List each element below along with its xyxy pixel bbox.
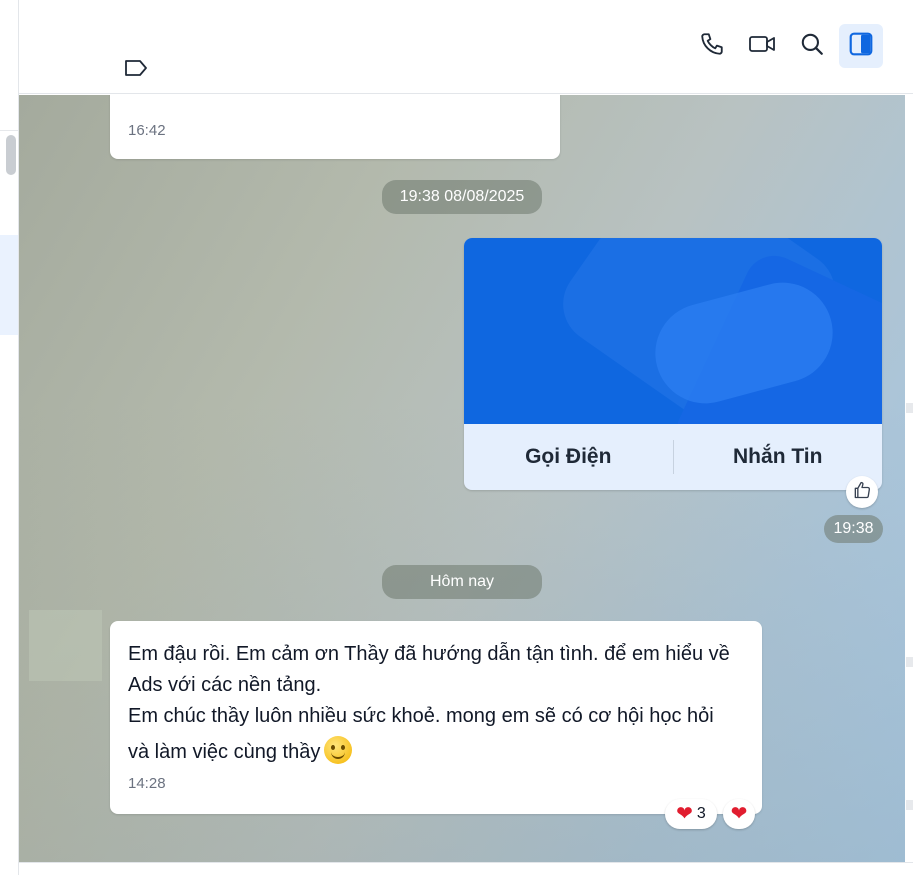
contact-card-banner: [464, 238, 882, 424]
reaction-count: 3: [696, 805, 706, 822]
message-button[interactable]: Nhắn Tin: [674, 445, 883, 469]
message-time: 16:42: [128, 122, 166, 139]
date-separator: 19:38 08/08/2025: [382, 180, 542, 214]
heart-icon: ❤: [676, 803, 693, 825]
search-icon: [799, 31, 825, 62]
toggle-info-panel-button[interactable]: [839, 24, 883, 68]
message-time: 14:28: [128, 775, 166, 792]
call-button[interactable]: Gọi Điện: [464, 445, 673, 469]
message-line: Em chúc thầy luôn nhiều sức khoẻ. mong e…: [128, 705, 714, 727]
incoming-message-bubble[interactable]: Em đậu rồi. Em cảm ơn Thầy đã hướng dẫn …: [110, 621, 762, 814]
heart-reaction-button[interactable]: ❤: [723, 799, 755, 829]
edge-marker: [906, 800, 913, 810]
message-line: Em đậu rồi. Em cảm ơn Thầy đã hướng dẫn …: [128, 643, 730, 665]
smile-emoji-icon: [324, 736, 353, 764]
edge-marker: [906, 403, 913, 413]
message-line: Ads với các nền tảng.: [128, 674, 322, 696]
avatar[interactable]: [29, 610, 102, 681]
conversation-list-scrollbar[interactable]: [6, 135, 16, 175]
right-edge: [905, 95, 913, 862]
thumbs-up-icon: [852, 480, 872, 505]
selected-conversation-edge[interactable]: [0, 235, 18, 335]
previous-message-bubble[interactable]: ···· ··· ·· ···· ······ ·· ···· ··· ·· ·…: [110, 95, 560, 159]
edge-marker: [906, 657, 913, 667]
chat-header: [19, 0, 913, 94]
contact-card-actions: Gọi Điện Nhắn Tin: [464, 424, 882, 490]
divider: [0, 130, 18, 131]
contact-card[interactable]: Gọi Điện Nhắn Tin: [464, 238, 882, 490]
like-reaction-button[interactable]: [846, 476, 878, 508]
label-tag-icon[interactable]: [123, 57, 149, 79]
phone-icon: [699, 31, 725, 62]
side-panel-toggle-icon: [848, 31, 874, 62]
video-call-icon: [748, 32, 776, 61]
message-area[interactable]: ···· ··· ·· ···· ······ ·· ···· ··· ·· ·…: [19, 95, 905, 862]
date-separator: Hôm nay: [382, 565, 542, 599]
conversation-list-edge: [0, 0, 19, 875]
voice-call-button[interactable]: [690, 24, 734, 68]
search-button[interactable]: [790, 24, 834, 68]
chat-window: ···· ··· ·· ···· ······ ·· ···· ··· ·· ·…: [0, 0, 913, 875]
card-time-pill: 19:38: [824, 515, 883, 543]
message-line-last: và làm việc cùng thầy: [128, 736, 353, 764]
heart-icon: ❤: [730, 803, 748, 825]
message-line: và làm việc cùng thầy: [128, 741, 321, 763]
composer-edge: [19, 862, 913, 875]
reaction-summary[interactable]: ❤ 3: [665, 799, 717, 829]
video-call-button[interactable]: [740, 24, 784, 68]
